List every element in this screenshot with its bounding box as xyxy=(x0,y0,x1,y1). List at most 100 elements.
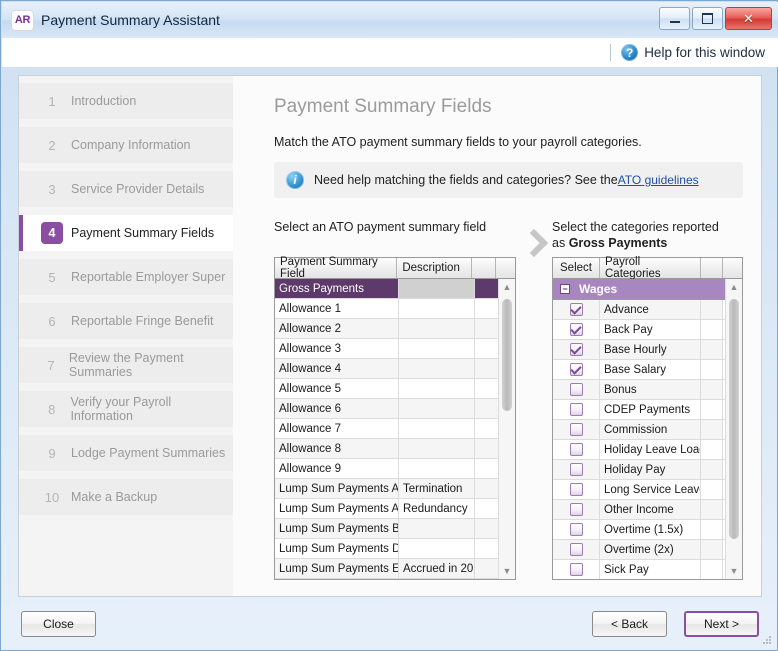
back-button[interactable]: < Back xyxy=(592,611,667,637)
step-label: Company Information xyxy=(71,138,191,152)
sidebar-item-introduction[interactable]: 1 Introduction xyxy=(19,83,233,119)
table-row[interactable]: Overtime (1.5x) xyxy=(553,520,742,540)
table-row[interactable]: Long Service Leave xyxy=(553,480,742,500)
category-checkbox[interactable] xyxy=(569,523,583,536)
category-checkbox[interactable] xyxy=(569,443,583,456)
table-row[interactable]: Base Salary xyxy=(553,360,742,380)
scrollbar-thumb[interactable] xyxy=(729,299,739,539)
category-checkbox[interactable] xyxy=(569,383,583,396)
category-checkbox[interactable] xyxy=(569,423,583,436)
table-row[interactable]: Allowance 6 xyxy=(275,399,515,419)
grid-body: − Wages Advance Back Pay Base Hourly Base Sal… xyxy=(553,279,742,579)
table-row[interactable]: Advance xyxy=(553,300,742,320)
table-row[interactable]: Sick Pay xyxy=(553,560,742,579)
sidebar-item-payment-summary-fields[interactable]: 4 Payment Summary Fields xyxy=(19,215,233,251)
table-row[interactable]: Bonus xyxy=(553,380,742,400)
column-header-spacer-1[interactable] xyxy=(701,258,723,278)
sidebar-item-reportable-employer-super[interactable]: 5 Reportable Employer Super xyxy=(19,259,233,295)
category-checkbox[interactable] xyxy=(569,303,583,316)
column-header-spacer-1[interactable] xyxy=(472,258,497,278)
category-checkbox[interactable] xyxy=(569,543,583,556)
table-row[interactable]: Allowance 9 xyxy=(275,459,515,479)
category-checkbox[interactable] xyxy=(569,563,583,576)
fields-column: Select an ATO payment summary field Paym… xyxy=(274,219,516,580)
fields-grid-scrollbar[interactable]: ▲ ▼ xyxy=(498,279,515,579)
table-row[interactable]: Lump Sum Payments E Accrued in 20 xyxy=(275,559,515,579)
table-row[interactable]: Overtime (2x) xyxy=(553,540,742,560)
table-row[interactable]: Allowance 4 xyxy=(275,359,515,379)
ato-guidelines-link[interactable]: ATO guidelines xyxy=(618,173,699,187)
close-button[interactable]: Close xyxy=(21,611,96,637)
scrollbar-thumb[interactable] xyxy=(502,299,512,411)
sidebar-item-make-a-backup[interactable]: 10 Make a Backup xyxy=(19,479,233,515)
table-row[interactable]: Commission xyxy=(553,420,742,440)
scroll-up-arrow-icon[interactable]: ▲ xyxy=(499,279,515,295)
sidebar-item-verify-your-payroll-information[interactable]: 8 Verify your Payroll Information xyxy=(19,391,233,427)
sidebar-item-lodge-payment-summaries[interactable]: 9 Lodge Payment Summaries xyxy=(19,435,233,471)
category-checkbox[interactable] xyxy=(569,463,583,476)
info-icon: i xyxy=(286,171,304,189)
table-row[interactable]: Other Income xyxy=(553,500,742,520)
sidebar-item-review-the-payment-summaries[interactable]: 7 Review the Payment Summaries xyxy=(19,347,233,383)
maximize-button[interactable] xyxy=(692,7,723,30)
help-for-this-window-link[interactable]: Help for this window xyxy=(644,45,765,60)
table-row[interactable]: Back Pay xyxy=(553,320,742,340)
step-label: Reportable Employer Super xyxy=(71,270,226,284)
fields-column-caption: Select an ATO payment summary field xyxy=(274,220,487,234)
sidebar-item-service-provider-details[interactable]: 3 Service Provider Details xyxy=(19,171,233,207)
cell-spacer xyxy=(475,339,499,358)
table-row[interactable]: Holiday Pay xyxy=(553,460,742,480)
payment-summary-fields-grid[interactable]: Payment Summary Field Description Gross … xyxy=(274,256,516,580)
table-row[interactable]: Lump Sum Payments B xyxy=(275,519,515,539)
main-content: Payment Summary Fields Match the ATO pay… xyxy=(233,76,761,596)
table-row[interactable]: Allowance 8 xyxy=(275,439,515,459)
table-row[interactable]: Allowance 3 xyxy=(275,339,515,359)
table-row[interactable]: Lump Sum Payments A Termination xyxy=(275,479,515,499)
table-row[interactable]: Holiday Leave Loadir xyxy=(553,440,742,460)
table-row[interactable]: CDEP Payments xyxy=(553,400,742,420)
cell-category-name: Base Salary xyxy=(600,360,701,379)
payroll-categories-grid[interactable]: Select Payroll Categories − Wages Advance B… xyxy=(552,256,743,580)
column-header-spacer-2[interactable] xyxy=(496,258,516,278)
table-row[interactable]: Lump Sum Payments A Redundancy xyxy=(275,499,515,519)
cell-select xyxy=(553,520,600,539)
table-row[interactable]: Allowance 2 xyxy=(275,319,515,339)
next-button[interactable]: Next > xyxy=(684,611,759,637)
category-checkbox[interactable] xyxy=(569,483,583,496)
cell-category-name: Advance xyxy=(600,300,701,319)
question-mark-icon[interactable]: ? xyxy=(621,44,639,61)
cell-spacer xyxy=(701,380,723,399)
cell-category-name: Holiday Leave Loadir xyxy=(600,440,701,459)
table-row[interactable]: Allowance 7 xyxy=(275,419,515,439)
cell-category-name: Holiday Pay xyxy=(600,460,701,479)
category-checkbox[interactable] xyxy=(569,323,583,336)
minimize-button[interactable] xyxy=(659,7,690,30)
category-checkbox[interactable] xyxy=(569,363,583,376)
category-checkbox[interactable] xyxy=(569,343,583,356)
cell-spacer xyxy=(475,319,499,338)
table-row[interactable]: Lump Sum Payments D xyxy=(275,539,515,559)
sidebar-item-reportable-fringe-benefit[interactable]: 6 Reportable Fringe Benefit xyxy=(19,303,233,339)
scroll-down-arrow-icon[interactable]: ▼ xyxy=(726,563,742,579)
column-header-payroll-categories[interactable]: Payroll Categories xyxy=(600,256,701,280)
column-header-payment-summary-field[interactable]: Payment Summary Field xyxy=(275,256,398,280)
flow-arrow xyxy=(516,219,552,580)
close-window-button[interactable]: ✕ xyxy=(725,7,772,30)
column-header-spacer-2[interactable] xyxy=(723,258,742,278)
categories-grid-scrollbar[interactable]: ▲ ▼ xyxy=(725,279,742,579)
table-row[interactable]: Allowance 5 xyxy=(275,379,515,399)
scroll-up-arrow-icon[interactable]: ▲ xyxy=(726,279,742,295)
table-row[interactable]: Base Hourly xyxy=(553,340,742,360)
resize-grip-icon[interactable] xyxy=(762,636,772,646)
category-group-header[interactable]: − Wages xyxy=(553,279,742,300)
column-header-select[interactable]: Select xyxy=(553,258,600,278)
collapse-expander-icon[interactable]: − xyxy=(560,284,570,294)
category-checkbox[interactable] xyxy=(569,403,583,416)
table-row[interactable]: Gross Payments xyxy=(275,279,515,299)
cell-spacer xyxy=(701,300,723,319)
sidebar-item-company-information[interactable]: 2 Company Information xyxy=(19,127,233,163)
table-row[interactable]: Allowance 1 xyxy=(275,299,515,319)
scroll-down-arrow-icon[interactable]: ▼ xyxy=(499,563,515,579)
column-header-description[interactable]: Description xyxy=(397,258,473,278)
category-checkbox[interactable] xyxy=(569,503,583,516)
